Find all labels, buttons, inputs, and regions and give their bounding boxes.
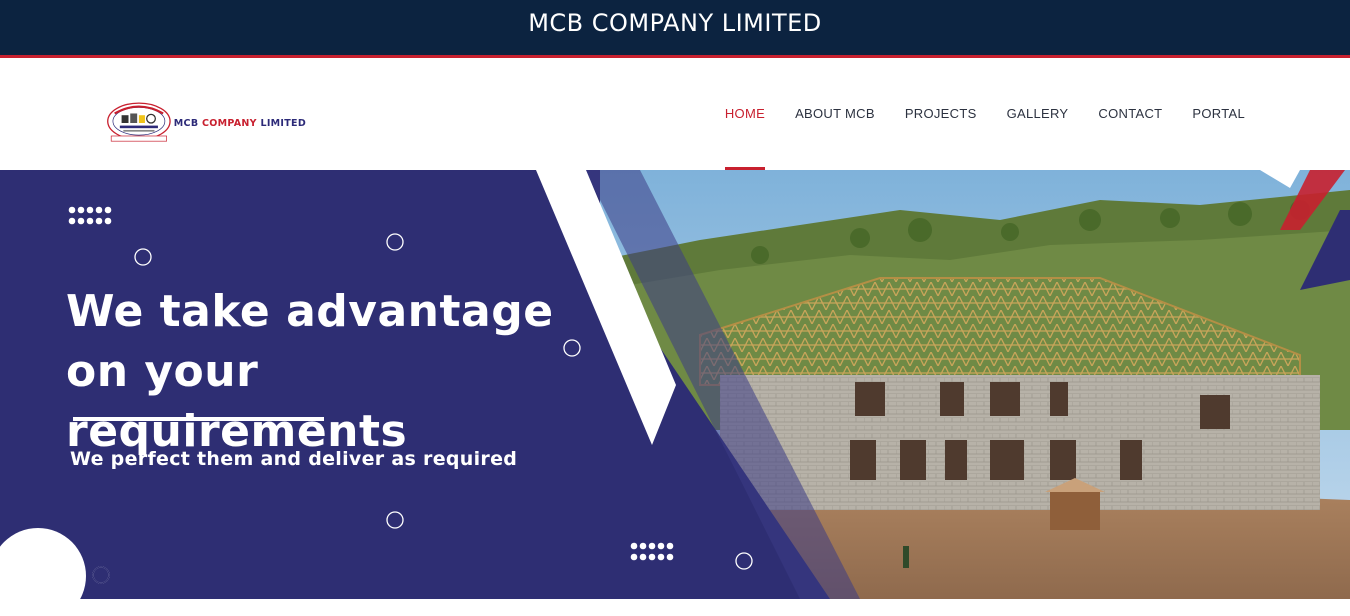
- site-title: MCB COMPANY LIMITED: [528, 8, 822, 37]
- hero-heading: We take advantage on your requirements: [66, 282, 586, 462]
- nav-item-gallery[interactable]: GALLERY: [1007, 58, 1069, 170]
- top-banner: MCB COMPANY LIMITED: [0, 0, 1350, 58]
- hero-subheading: We perfect them and deliver as required: [70, 448, 518, 470]
- main-navigation: MCB COMPANY LIMITED HOME ABOUT MCB PROJE…: [0, 58, 1350, 170]
- company-logo[interactable]: MCB COMPANY LIMITED: [106, 98, 306, 148]
- nav-menu: HOME ABOUT MCB PROJECTS GALLERY CONTACT …: [695, 58, 1245, 170]
- hero-heading-line1: We take advantage: [66, 286, 554, 337]
- logo-text-accent: COMPANY: [201, 117, 257, 129]
- nav-item-portal[interactable]: PORTAL: [1192, 58, 1245, 170]
- nav-item-about[interactable]: ABOUT MCB: [795, 58, 875, 170]
- nav-item-home[interactable]: HOME: [724, 58, 766, 170]
- hero-heading-line2: on your requirements: [66, 346, 408, 457]
- logo-text-main: MCB: [173, 117, 202, 129]
- logo-text-end: LIMITED: [256, 117, 306, 129]
- nav-item-projects[interactable]: PROJECTS: [905, 58, 977, 170]
- hero-divider: [73, 417, 324, 421]
- nav-item-contact[interactable]: CONTACT: [1098, 58, 1162, 170]
- logo-wordmark: MCB COMPANY LIMITED: [174, 118, 306, 129]
- hero-banner: We take advantage on your requirements W…: [0, 170, 1350, 599]
- logo-seal-icon: [107, 102, 171, 142]
